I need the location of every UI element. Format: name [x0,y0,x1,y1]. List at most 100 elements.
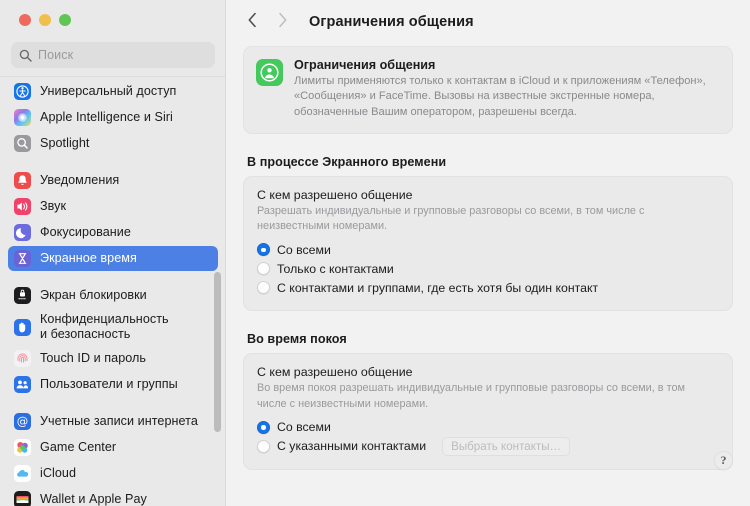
communication-group-screen-time: С кем разрешено общение Разрешать индиви… [243,175,733,312]
radio-label: Со всеми [277,242,331,257]
search-icon [19,49,32,62]
sidebar-search-container: Поиск [0,36,226,68]
sidebar-item-internet-accounts[interactable]: @ Учетные записи интернета [8,409,218,434]
hourglass-icon [14,250,31,267]
communication-limits-banner: Ограничения общения Лимиты применяются т… [243,46,733,134]
sidebar-item-label: Touch ID и пароль [40,350,147,365]
sidebar-item-users-groups[interactable]: Пользователи и группы [8,372,218,397]
accessibility-icon [14,83,31,100]
group-heading: С кем разрешено общение [257,187,413,202]
radio-button[interactable] [257,243,270,257]
sidebar-item-touch-id-password[interactable]: Touch ID и пароль [8,346,218,371]
banner-title: Ограничения общения [294,58,436,72]
radio-option-specific-contacts[interactable]: С указанными контактами Выбрать контакты… [257,436,719,456]
window-traffic-lights [0,0,226,36]
system-settings-window: Поиск Универсальный доступ Apple Intelli… [0,0,750,506]
back-button[interactable] [239,9,265,35]
settings-content: Ограничения общения Лимиты применяются т… [226,46,750,470]
sidebar-item-screen-time[interactable]: Экранное время [8,246,218,271]
choose-contacts-button[interactable]: Выбрать контакты… [442,436,571,456]
sidebar-item-label: Универсальный доступ [40,83,177,98]
sidebar-item-sound[interactable]: Звук [8,194,218,219]
main-pane: Ограничения общения Ограничения общения … [226,0,750,506]
sidebar-item-notifications[interactable]: Уведомления [8,168,218,193]
radio-option-everyone-downtime[interactable]: Со всеми [257,418,719,437]
radio-option-contacts-and-groups[interactable]: С контактами и группами, где есть хотя б… [257,278,719,297]
sidebar-item-label: Экран блокировки [40,287,147,302]
sidebar-item-label: Конфиденциальность и безопасность [40,311,169,341]
moon-icon [14,224,31,241]
sidebar-item-focus[interactable]: Фокусирование [8,220,218,245]
group-heading: С кем разрешено общение [257,365,413,380]
section-title-during-downtime: Во время покоя [247,332,347,347]
sidebar-item-icloud[interactable]: iCloud [8,461,218,486]
bell-icon [14,172,31,189]
game-center-icon [14,439,31,456]
at-sign-icon: @ [14,413,31,430]
search-input[interactable]: Поиск [11,42,215,68]
group-description: Во время покоя разрешать индивидуальные … [257,382,685,410]
sidebar-item-game-center[interactable]: Game Center [8,435,218,460]
sidebar-item-label: Wallet и Apple Pay [40,491,147,506]
sidebar-scrollbar[interactable] [214,272,221,432]
sidebar-item-label: Звук [40,198,67,213]
group-description: Разрешать индивидуальные и групповые раз… [257,204,645,233]
page-title: Ограничения общения [309,14,474,30]
minimize-window-button[interactable] [39,14,51,26]
sidebar-item-label: iCloud [40,465,77,480]
fingerprint-icon [14,350,31,367]
sidebar-item-spotlight[interactable]: Spotlight [8,131,218,156]
sidebar-items-list: Универсальный доступ Apple Intelligence … [0,79,226,506]
sidebar-divider [0,76,226,77]
sidebar-item-label: Фокусирование [40,224,131,239]
forward-button[interactable] [269,9,295,35]
radio-button[interactable] [257,420,270,434]
radio-option-contacts-only[interactable]: Только с контактами [257,259,719,278]
spotlight-search-icon [14,135,31,152]
lock-screen-icon [14,287,31,304]
radio-label: С контактами и группами, где есть хотя б… [277,280,599,295]
sidebar-item-wallet-apple-pay[interactable]: Wallet и Apple Pay [8,487,218,506]
toolbar: Ограничения общения [226,0,750,44]
banner-description: Лимиты применяются только к контактам в … [294,75,706,118]
sidebar-item-apple-intelligence-siri[interactable]: Apple Intelligence и Siri [8,105,218,130]
wallet-icon [14,491,31,506]
banner-text-block: Ограничения общения Лимиты применяются т… [294,58,720,120]
radio-label: Только с контактами [277,261,394,276]
chevron-right-icon [277,12,288,33]
radio-button[interactable] [257,439,270,453]
person-in-circle-icon [256,59,283,86]
sidebar: Поиск Универсальный доступ Apple Intelli… [0,0,226,506]
siri-icon [14,109,31,126]
radio-label: С указанными контактами [277,439,427,454]
maximize-window-button[interactable] [59,14,71,26]
speaker-icon [14,198,31,215]
sidebar-item-lock-screen[interactable]: Экран блокировки [8,283,218,308]
radio-button[interactable] [257,281,270,295]
sidebar-item-label: Game Center [40,439,117,454]
radio-label: Со всеми [277,420,331,435]
sidebar-item-label: Учетные записи интернета [40,413,198,428]
help-button[interactable]: ? [714,451,733,470]
cloud-icon [14,465,31,482]
section-title-during-screen-time: В процессе Экранного времени [247,154,447,169]
svg-text:@: @ [17,414,29,428]
users-group-icon [14,376,31,393]
sidebar-item-label: Пользователи и группы [40,376,178,391]
sidebar-item-label: Apple Intelligence и Siri [40,109,173,124]
hand-privacy-icon [14,318,31,336]
chevron-left-icon [247,12,258,33]
sidebar-item-label: Уведомления [40,172,120,187]
sidebar-item-privacy-security[interactable]: Конфиденциальность и безопасность [8,309,218,345]
sidebar-item-label: Экранное время [40,250,137,265]
radio-button[interactable] [257,262,270,276]
radio-option-everyone[interactable]: Со всеми [257,240,719,259]
communication-group-downtime: С кем разрешено общение Во время покоя р… [243,353,733,470]
close-window-button[interactable] [19,14,31,26]
sidebar-item-label: Spotlight [40,135,90,150]
search-placeholder: Поиск [38,48,74,62]
sidebar-item-accessibility[interactable]: Универсальный доступ [8,79,218,104]
